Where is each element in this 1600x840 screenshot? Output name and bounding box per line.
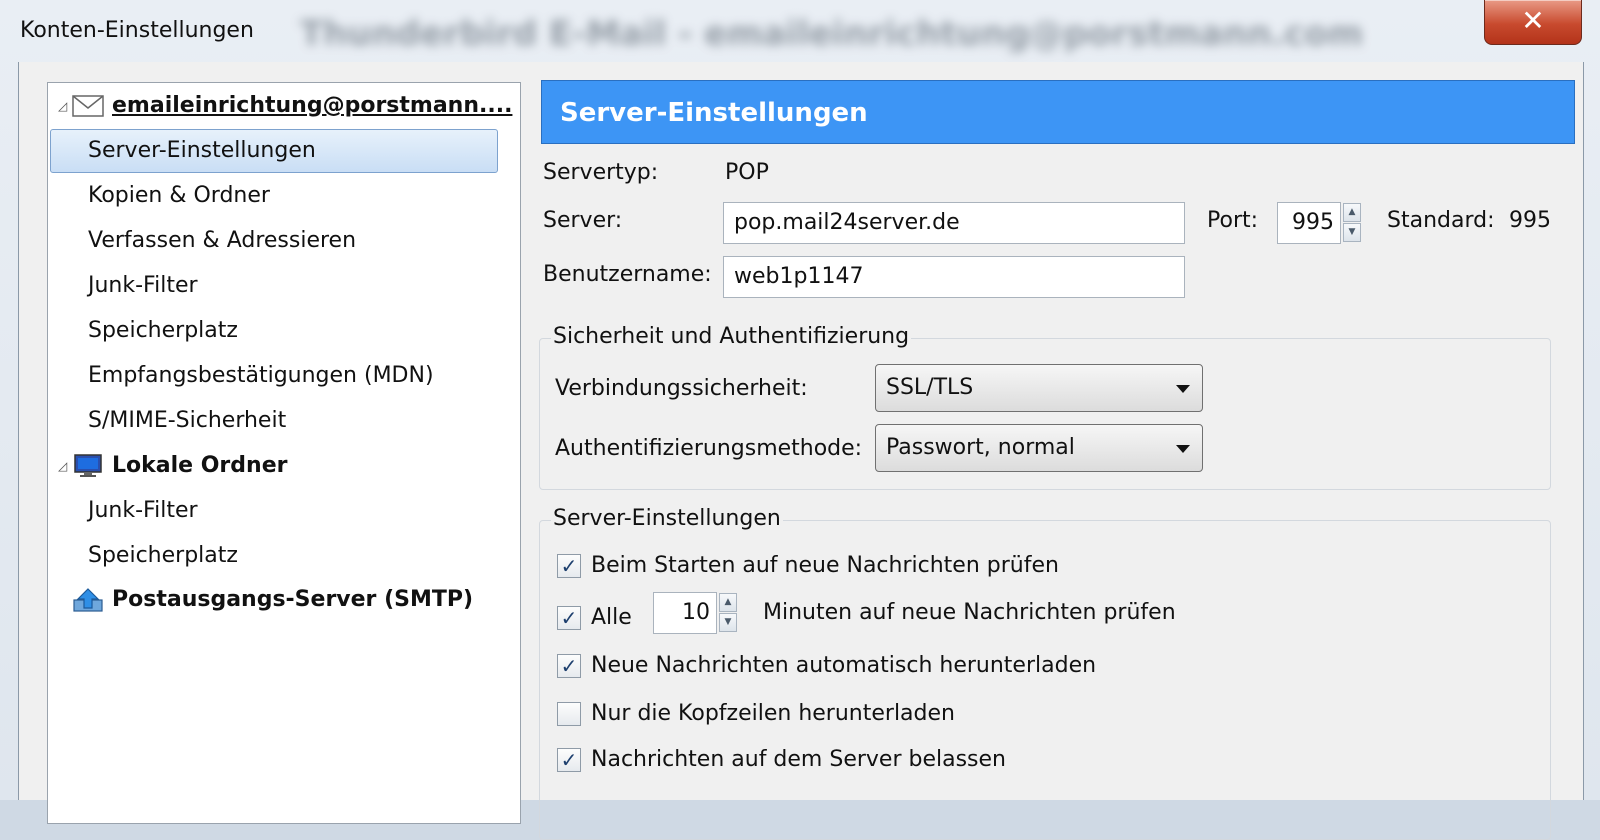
account-settings-window: Thunderbird E-Mail - emaileinrichtung@po… bbox=[0, 0, 1600, 840]
server-settings-group-caption: Server-Einstellungen bbox=[551, 506, 783, 531]
tree-smtp-label: Postausgangs-Server (SMTP) bbox=[112, 587, 474, 612]
auth-method-value: Passwort, normal bbox=[886, 435, 1075, 460]
tree-item-label: S/MIME-Sicherheit bbox=[88, 408, 287, 433]
server-input[interactable]: pop.mail24server.de bbox=[723, 202, 1185, 244]
tree-item-label: Kopien & Ordner bbox=[88, 183, 270, 208]
tree-local-folders[interactable]: ◿ Lokale Ordner bbox=[48, 445, 518, 487]
auth-method-label: Authentifizierungsmethode: bbox=[555, 436, 863, 461]
smtp-upload-icon bbox=[73, 588, 103, 612]
tree-item-label: Empfangsbestätigungen (MDN) bbox=[88, 363, 434, 388]
spin-down-icon[interactable]: ▼ bbox=[719, 613, 737, 632]
check-every-suffix: Minuten auf neue Nachrichten prüfen bbox=[763, 600, 1176, 625]
check-interval-input[interactable]: 10 bbox=[653, 592, 717, 634]
dropdown-caret-icon bbox=[1176, 385, 1190, 393]
tree-item-label: Server-Einstellungen bbox=[88, 138, 316, 163]
spin-up-icon[interactable]: ▲ bbox=[1343, 203, 1361, 222]
dialog-title: Konten-Einstellungen bbox=[20, 18, 254, 43]
port-spinner[interactable]: ▲ ▼ bbox=[1343, 203, 1361, 243]
server-settings-panel: Server-Einstellungen Servertyp: POP Serv… bbox=[529, 80, 1575, 840]
username-input[interactable]: web1p1147 bbox=[723, 256, 1185, 298]
account-tree[interactable]: ◿ emaileinrichtung@porstmann.... Server-… bbox=[47, 82, 521, 824]
expand-triangle-icon[interactable]: ◿ bbox=[58, 445, 67, 487]
check-every-label: Alle bbox=[591, 605, 632, 630]
connection-security-value: SSL/TLS bbox=[886, 375, 974, 400]
tree-account[interactable]: ◿ emaileinrichtung@porstmann.... bbox=[48, 85, 518, 127]
headers-only-label: Nur die Kopfzeilen herunterladen bbox=[591, 701, 955, 726]
background-window-title: Thunderbird E-Mail - emaileinrichtung@po… bbox=[300, 14, 1364, 54]
standard-label: Standard: bbox=[1387, 208, 1495, 233]
tree-account-label: emaileinrichtung@porstmann.... bbox=[112, 93, 513, 118]
check-on-startup-label: Beim Starten auf neue Nachrichten prüfen bbox=[591, 553, 1059, 578]
leave-on-server-checkbox[interactable]: ✓ bbox=[557, 748, 581, 772]
tree-item-label: Speicherplatz bbox=[88, 543, 238, 568]
tree-item-label: Junk-Filter bbox=[88, 498, 198, 523]
username-label: Benutzername: bbox=[543, 262, 712, 287]
leave-on-server-label: Nachrichten auf dem Server belassen bbox=[591, 747, 1006, 772]
dialog-client-area: ◿ emaileinrichtung@porstmann.... Server-… bbox=[18, 62, 1584, 840]
auto-download-label: Neue Nachrichten automatisch herunterlad… bbox=[591, 653, 1097, 678]
expand-triangle-icon[interactable]: ◿ bbox=[58, 85, 67, 127]
servertype-label: Servertyp: bbox=[543, 160, 659, 185]
title-bar: Thunderbird E-Mail - emaileinrichtung@po… bbox=[0, 0, 1600, 68]
servertype-value: POP bbox=[725, 160, 769, 185]
connection-security-label: Verbindungssicherheit: bbox=[555, 376, 808, 401]
check-every-checkbox[interactable]: ✓ bbox=[557, 606, 581, 630]
security-group-caption: Sicherheit und Authentifizierung bbox=[551, 324, 912, 349]
close-button[interactable]: ✕ bbox=[1484, 0, 1582, 45]
headers-only-checkbox[interactable] bbox=[557, 702, 581, 726]
auto-download-checkbox[interactable]: ✓ bbox=[557, 654, 581, 678]
port-input[interactable]: 995 bbox=[1277, 202, 1341, 244]
tree-local-folders-label: Lokale Ordner bbox=[112, 453, 288, 478]
check-interval-spinner[interactable]: ▲ ▼ bbox=[719, 593, 737, 633]
port-label: Port: bbox=[1207, 208, 1259, 233]
panel-header: Server-Einstellungen bbox=[541, 80, 1575, 144]
spin-up-icon[interactable]: ▲ bbox=[719, 593, 737, 612]
dropdown-caret-icon bbox=[1176, 445, 1190, 453]
monitor-icon bbox=[74, 454, 102, 477]
tree-item-label: Verfassen & Adressieren bbox=[88, 228, 357, 253]
tree-item-label: Junk-Filter bbox=[88, 273, 198, 298]
standard-port-value: 995 bbox=[1509, 208, 1551, 233]
tree-item-label: Speicherplatz bbox=[88, 318, 238, 343]
envelope-icon bbox=[72, 95, 104, 117]
tree-smtp-server[interactable]: Postausgangs-Server (SMTP) bbox=[48, 579, 518, 621]
connection-security-select[interactable]: SSL/TLS bbox=[875, 364, 1203, 412]
auth-method-select[interactable]: Passwort, normal bbox=[875, 424, 1203, 472]
server-label: Server: bbox=[543, 208, 623, 233]
spin-down-icon[interactable]: ▼ bbox=[1343, 223, 1361, 242]
check-on-startup-checkbox[interactable]: ✓ bbox=[557, 554, 581, 578]
